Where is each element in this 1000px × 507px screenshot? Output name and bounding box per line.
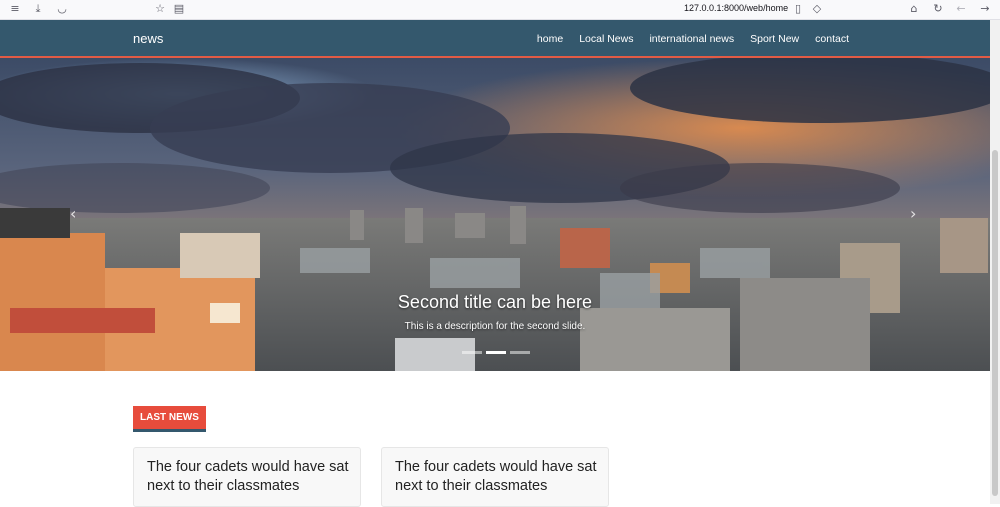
- carousel-indicator[interactable]: [486, 351, 506, 354]
- back-icon[interactable]: ←: [953, 1, 969, 17]
- hero-carousel[interactable]: ‹ › Second title can be here This is a d…: [0, 58, 990, 371]
- forward-icon[interactable]: →: [977, 1, 993, 17]
- nav-links: home Local News international news Sport…: [537, 33, 849, 45]
- scrollbar-thumb[interactable]: [992, 150, 998, 496]
- reload-icon[interactable]: ↻: [930, 1, 946, 17]
- bookmark-star-icon[interactable]: ☆: [152, 1, 168, 17]
- nav-link-local-news[interactable]: Local News: [579, 33, 633, 45]
- news-card[interactable]: The four cadets would have sat next to t…: [381, 447, 609, 507]
- reader-view-icon[interactable]: ▤: [171, 1, 187, 17]
- home-icon[interactable]: ⌂: [906, 1, 922, 17]
- menu-icon[interactable]: ≡: [7, 1, 23, 17]
- carousel-indicator[interactable]: [510, 351, 530, 354]
- browser-toolbar: ≡ ⤓ ◡ ☆ ▤ 127.0.0.1:8000/web/home ▯ ◇ ⌂ …: [0, 0, 1000, 20]
- news-card-title[interactable]: The four cadets would have sat next to t…: [147, 458, 352, 496]
- page-scrollbar[interactable]: [990, 20, 1000, 504]
- carousel-next-icon[interactable]: ›: [910, 204, 916, 223]
- download-icon[interactable]: ⤓: [30, 1, 46, 17]
- news-card-title[interactable]: The four cadets would have sat next to t…: [395, 458, 600, 496]
- slide-description: This is a description for the second sli…: [404, 321, 586, 332]
- pocket-icon[interactable]: ◡: [54, 1, 70, 17]
- section-badge-last-news: LAST NEWS: [133, 406, 206, 432]
- carousel-indicators: [462, 351, 530, 354]
- nav-link-international-news[interactable]: international news: [649, 33, 734, 45]
- site-navbar: news home Local News international news …: [0, 20, 990, 58]
- nav-link-contact[interactable]: contact: [815, 33, 849, 45]
- carousel-prev-icon[interactable]: ‹: [70, 204, 76, 223]
- url-field[interactable]: 127.0.0.1:8000/web/home: [684, 3, 788, 13]
- news-card[interactable]: The four cadets would have sat next to t…: [133, 447, 361, 507]
- page-icon[interactable]: ▯: [790, 1, 806, 17]
- nav-link-sport-news[interactable]: Sport New: [750, 33, 799, 45]
- brand-logo[interactable]: news: [133, 31, 163, 46]
- shield-icon[interactable]: ◇: [809, 1, 825, 17]
- slide-title: Second title can be here: [397, 292, 593, 312]
- nav-link-home[interactable]: home: [537, 33, 563, 45]
- carousel-indicator[interactable]: [462, 351, 482, 354]
